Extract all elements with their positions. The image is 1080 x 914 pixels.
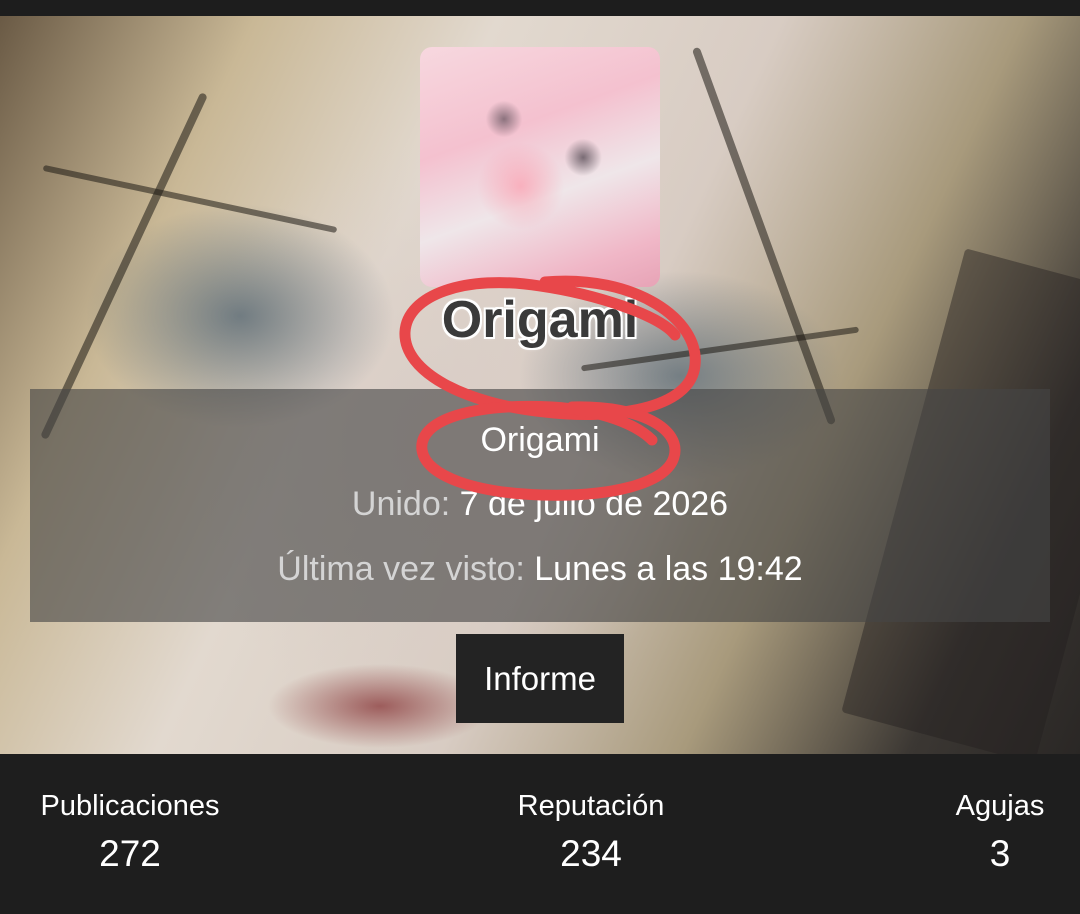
stat-pins-label: Agujas <box>955 790 1045 822</box>
last-seen: Última vez visto: Lunes a las 19:42 <box>30 550 1050 589</box>
stat-reputation-value: 234 <box>560 833 622 874</box>
stat-reputation-label: Reputación <box>517 790 665 822</box>
joined-label: Unido: <box>351 485 451 523</box>
joined-value: 7 de julio de 2026 <box>459 485 729 523</box>
stats-bar: Publicaciones 272 Reputación 234 Agujas … <box>0 754 1080 914</box>
profile-info-panel: Origami Unido: 7 de julio de 2026 Última… <box>30 389 1050 622</box>
last-seen-value: Lunes a las 19:42 <box>534 550 803 588</box>
profile-display-name: Origami <box>441 291 639 349</box>
stat-publications[interactable]: Publicaciones 272 <box>30 790 230 875</box>
stat-publications-value: 272 <box>99 833 161 874</box>
last-seen-label: Última vez visto: <box>277 550 525 588</box>
joined-date: Unido: 7 de julio de 2026 <box>30 485 1050 524</box>
stat-publications-label: Publicaciones <box>40 790 220 822</box>
top-bar <box>0 0 1080 16</box>
stat-reputation[interactable]: Reputación 234 <box>491 790 691 875</box>
profile-username: Origami <box>480 421 600 459</box>
stat-pins-value: 3 <box>989 833 1011 874</box>
report-button[interactable]: Informe <box>456 634 624 723</box>
avatar[interactable] <box>420 47 660 287</box>
stat-pins[interactable]: Agujas 3 <box>920 790 1080 875</box>
